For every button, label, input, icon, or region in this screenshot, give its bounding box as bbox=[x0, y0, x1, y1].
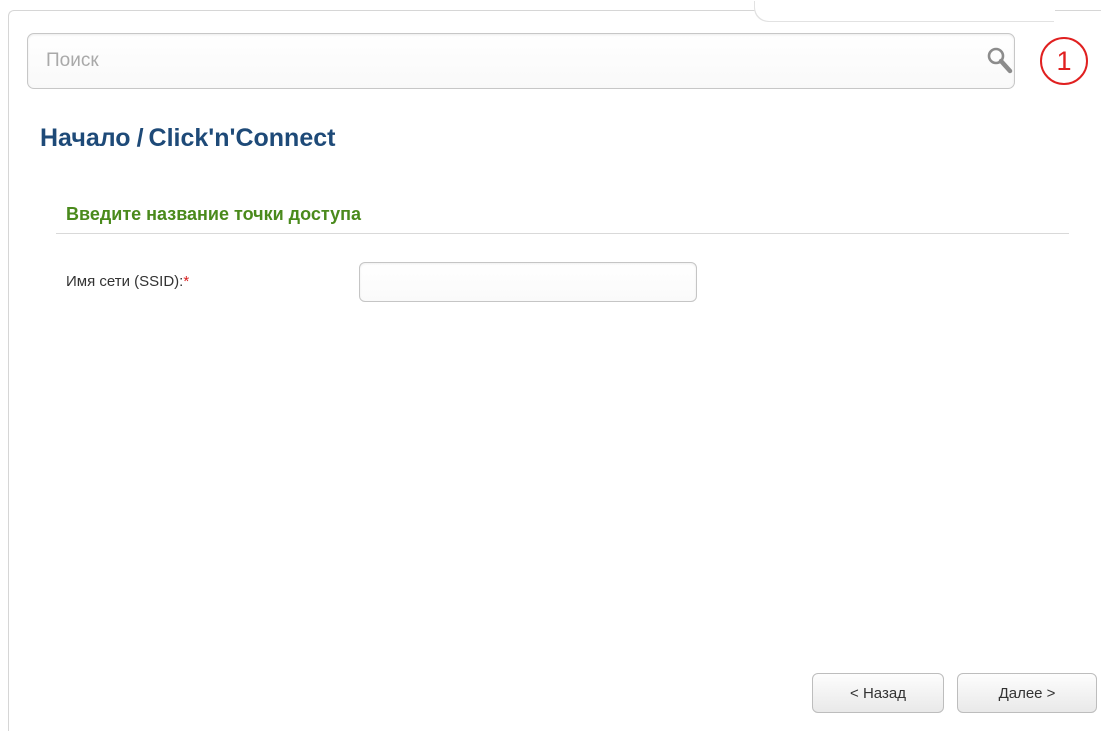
back-button[interactable]: < Назад bbox=[812, 673, 944, 713]
ssid-label: Имя сети (SSID):* bbox=[66, 273, 189, 290]
breadcrumb-current: Click'n'Connect bbox=[148, 124, 336, 152]
search-icon[interactable] bbox=[986, 46, 1014, 76]
required-marker: * bbox=[183, 273, 190, 290]
notification-badge[interactable]: 1 bbox=[1040, 37, 1088, 85]
ssid-label-text: Имя сети (SSID): bbox=[66, 273, 184, 290]
next-button[interactable]: Далее > bbox=[957, 673, 1097, 713]
breadcrumb: Начало / Click'n'Connect bbox=[40, 124, 335, 153]
breadcrumb-separator: / bbox=[136, 124, 144, 152]
section-title: Введите название точки доступа bbox=[66, 204, 361, 224]
breadcrumb-home[interactable]: Начало bbox=[40, 124, 131, 152]
notification-count: 1 bbox=[1056, 45, 1072, 76]
section-divider bbox=[56, 233, 1069, 234]
search-box[interactable] bbox=[27, 33, 1015, 89]
search-input[interactable] bbox=[46, 48, 926, 74]
main-panel bbox=[8, 10, 1101, 731]
panel-header-notch bbox=[755, 0, 1055, 21]
ssid-input[interactable] bbox=[359, 262, 697, 302]
